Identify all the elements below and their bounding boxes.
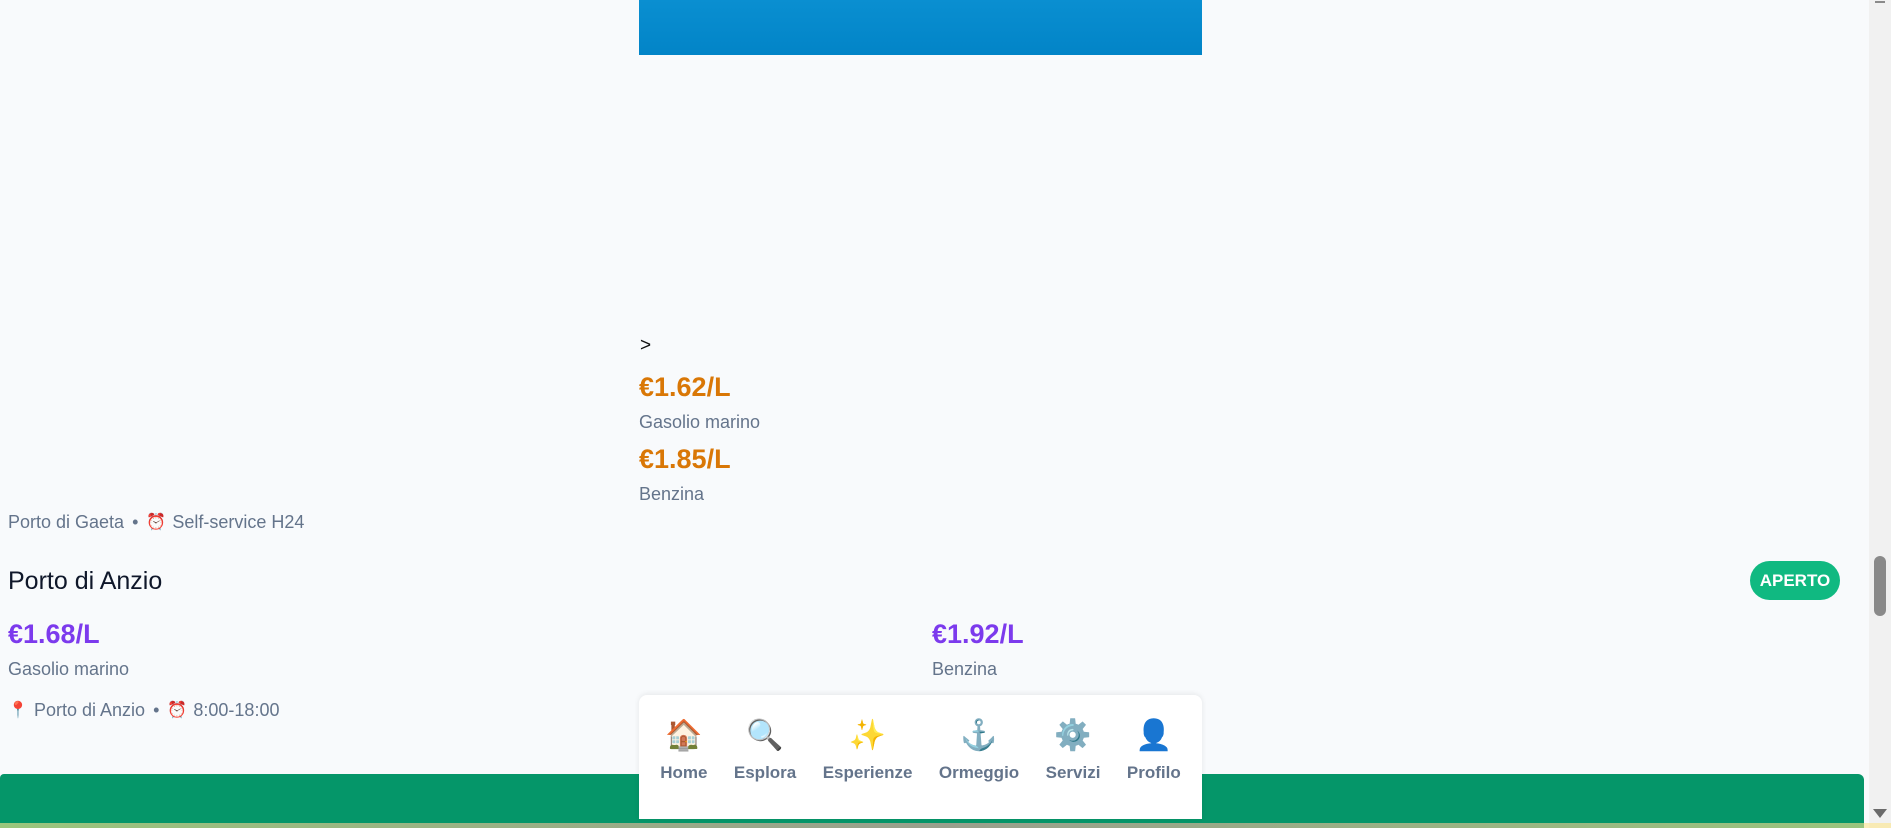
scroll-down-arrow-icon[interactable] <box>1873 809 1887 818</box>
hours-text: 8:00-18:00 <box>193 700 280 720</box>
scroll-up-arrow-icon[interactable] <box>1875 0 1885 3</box>
anchor-icon: ⚓ <box>960 719 998 752</box>
prev-gasolio-price: €1.62/L <box>639 372 731 402</box>
gasolio-label: Gasolio marino <box>8 659 130 679</box>
nav-label-profilo: Profilo <box>1126 763 1181 782</box>
vertical-scrollbar[interactable] <box>1869 0 1891 828</box>
separator-dot: • <box>153 700 160 720</box>
nav-item-ormeggio[interactable]: ⚓ Ormeggio <box>939 719 1019 783</box>
chevron-text: > <box>640 335 652 356</box>
benzina-label: Benzina <box>932 659 998 679</box>
scrollbar-thumb[interactable] <box>1874 556 1886 616</box>
nav-item-esplora[interactable]: 🔍 Esplora <box>734 719 796 783</box>
user-icon: 👤 <box>1135 719 1173 752</box>
top-banner[interactable] <box>639 0 1202 55</box>
station-title: Porto di Anzio <box>8 567 163 595</box>
prev-location-text: Porto di Gaeta <box>8 512 125 532</box>
nav-label-esplora: Esplora <box>733 763 797 782</box>
status-badge: APERTO <box>1750 561 1840 600</box>
location-text: Porto di Anzio <box>34 700 146 720</box>
nav-item-esperienze[interactable]: ✨ Esperienze <box>823 719 913 783</box>
nav-item-servizi[interactable]: ⚙️ Servizi <box>1046 719 1101 783</box>
separator-dot: • <box>132 512 139 532</box>
nav-item-profilo[interactable]: 👤 Profilo <box>1127 719 1181 783</box>
nav-label-servizi: Servizi <box>1045 763 1101 782</box>
magnifier-icon: 🔍 <box>746 719 784 752</box>
map-pin-icon: 📍 <box>8 701 28 719</box>
nav-item-home[interactable]: 🏠 Home <box>660 719 707 783</box>
bottom-navigation: 🏠 Home 🔍 Esplora ✨ Esperienze ⚓ Ormeggio… <box>639 695 1202 819</box>
benzina-price: €1.92/L <box>932 619 1024 649</box>
sparkles-icon: ✨ <box>848 719 887 752</box>
nav-label-home: Home <box>660 763 708 782</box>
window-bottom-edge <box>0 823 1891 828</box>
prev-benzina-price: €1.85/L <box>639 444 731 474</box>
prev-benzina-label: Benzina <box>639 484 705 504</box>
alarm-clock-icon: ⏰ <box>146 513 167 531</box>
prev-hours-text: Self-service H24 <box>172 512 305 532</box>
alarm-clock-icon: ⏰ <box>167 701 188 719</box>
nav-label-esperienze: Esperienze <box>822 763 913 782</box>
house-icon: 🏠 <box>665 719 703 752</box>
prev-meta-line: Porto di Gaeta • ⏰ Self-service H24 <box>8 512 304 533</box>
nav-label-ormeggio: Ormeggio <box>938 763 1020 782</box>
gasolio-price: €1.68/L <box>8 619 100 649</box>
meta-line: 📍 Porto di Anzio • ⏰ 8:00-18:00 <box>8 700 279 721</box>
prev-gasolio-label: Gasolio marino <box>639 412 761 432</box>
gear-icon: ⚙️ <box>1054 719 1092 752</box>
